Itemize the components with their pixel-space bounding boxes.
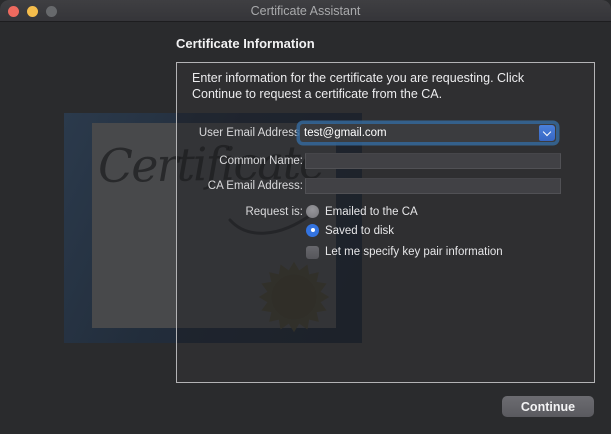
key-pair-checkbox-label[interactable]: Let me specify key pair information: [325, 246, 503, 258]
zoom-button-disabled: [46, 6, 57, 17]
continue-button[interactable]: Continue: [502, 396, 594, 417]
radio-saved-to-disk[interactable]: [306, 224, 319, 237]
key-pair-checkbox[interactable]: [306, 246, 319, 259]
radio-saved-to-disk-label[interactable]: Saved to disk: [325, 225, 394, 237]
chevron-down-icon: [543, 127, 551, 135]
window-title: Certificate Assistant: [0, 0, 611, 22]
user-email-dropdown-button[interactable]: [539, 125, 555, 141]
radio-emailed-to-ca-label[interactable]: Emailed to the CA: [325, 206, 418, 218]
certificate-assistant-window: Certificate Assistant Certificate Certif…: [0, 0, 611, 434]
minimize-button[interactable]: [27, 6, 38, 17]
user-email-input[interactable]: [300, 124, 538, 142]
common-name-label: Common Name:: [176, 155, 303, 167]
ca-email-input[interactable]: [305, 178, 561, 194]
user-email-combobox[interactable]: [300, 124, 556, 142]
ca-email-label: CA Email Address:: [176, 180, 303, 192]
request-is-label: Request is:: [176, 206, 303, 218]
common-name-input[interactable]: [305, 153, 561, 169]
user-email-label: User Email Address:: [176, 127, 303, 139]
close-button[interactable]: [8, 6, 19, 17]
page-title: Certificate Information: [176, 36, 315, 51]
radio-emailed-to-ca[interactable]: [306, 205, 319, 218]
titlebar: Certificate Assistant: [0, 0, 611, 22]
instructions-text: Enter information for the certificate yo…: [192, 71, 570, 102]
